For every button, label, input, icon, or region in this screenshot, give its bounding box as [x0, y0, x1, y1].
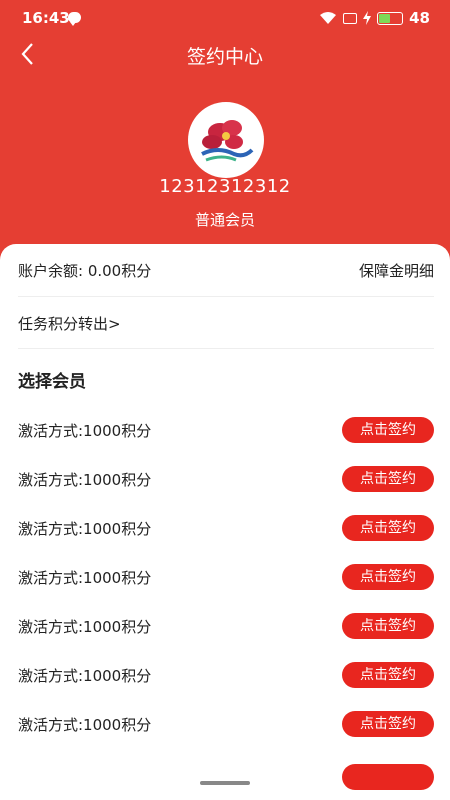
- plan-label: 激活方式:1000积分: [18, 470, 152, 489]
- plan-row: 激活方式:1000积分 点击签约: [18, 465, 434, 493]
- balance-row: 账户余额: 0.00积分 保障金明细: [18, 260, 434, 281]
- plan-label: 激活方式:1000积分: [18, 617, 152, 636]
- sign-button[interactable]: 点击签约: [342, 662, 434, 688]
- sign-button[interactable]: 点击签约: [342, 711, 434, 737]
- avatar: [188, 102, 264, 178]
- sign-button[interactable]: 点击签约: [342, 613, 434, 639]
- sign-button[interactable]: 点击签约: [342, 417, 434, 443]
- home-indicator[interactable]: [200, 781, 250, 785]
- status-time: 16:43: [22, 9, 70, 27]
- plan-label: 激活方式:1000积分: [18, 666, 152, 685]
- content-card: 账户余额: 0.00积分 保障金明细 任务积分转出> 选择会员 激活方式:100…: [0, 244, 450, 800]
- battery-icon: [377, 11, 404, 25]
- section-title: 选择会员: [18, 372, 86, 392]
- sign-button-partial[interactable]: [342, 764, 434, 790]
- message-notification-icon: [68, 12, 81, 26]
- plan-label: 激活方式:1000积分: [18, 715, 152, 734]
- logo-icon: [201, 120, 254, 162]
- transfer-link[interactable]: 任务积分转出>: [18, 313, 121, 334]
- wifi-icon: [320, 12, 337, 24]
- nav-bar: 签约中心: [0, 36, 450, 72]
- plan-row: 激活方式:1000积分 点击签约: [18, 514, 434, 542]
- plan-label: 激活方式:1000积分: [18, 421, 152, 440]
- plan-row: 激活方式:1000积分 点击签约: [18, 563, 434, 591]
- page-title: 签约中心: [186, 46, 263, 68]
- guarantee-detail-link[interactable]: 保障金明细: [359, 260, 434, 281]
- member-level: 普通会员: [194, 211, 255, 229]
- plan-label: 激活方式:1000积分: [18, 568, 152, 587]
- status-icons: 48: [319, 9, 430, 27]
- battery-level: 48: [409, 9, 430, 27]
- divider: [18, 348, 434, 349]
- balance-label: 账户余额: 0.00积分: [18, 262, 152, 280]
- sign-button[interactable]: 点击签约: [342, 564, 434, 590]
- divider: [18, 296, 434, 297]
- plan-row: 激活方式:1000积分 点击签约: [18, 661, 434, 689]
- transfer-row[interactable]: 任务积分转出>: [18, 313, 434, 334]
- sign-button[interactable]: 点击签约: [342, 515, 434, 541]
- user-id: 12312312312: [159, 176, 291, 197]
- charging-icon: [363, 11, 372, 25]
- status-bar: 16:43 48: [0, 0, 450, 36]
- sign-button[interactable]: 点击签约: [342, 466, 434, 492]
- plan-row: 激活方式:1000积分 点击签约: [18, 416, 434, 444]
- plan-row: 激活方式:1000积分 点击签约: [18, 612, 434, 640]
- plan-row: 激活方式:1000积分 点击签约: [18, 710, 434, 738]
- sim-icon: [343, 12, 358, 24]
- plan-label: 激活方式:1000积分: [18, 519, 152, 538]
